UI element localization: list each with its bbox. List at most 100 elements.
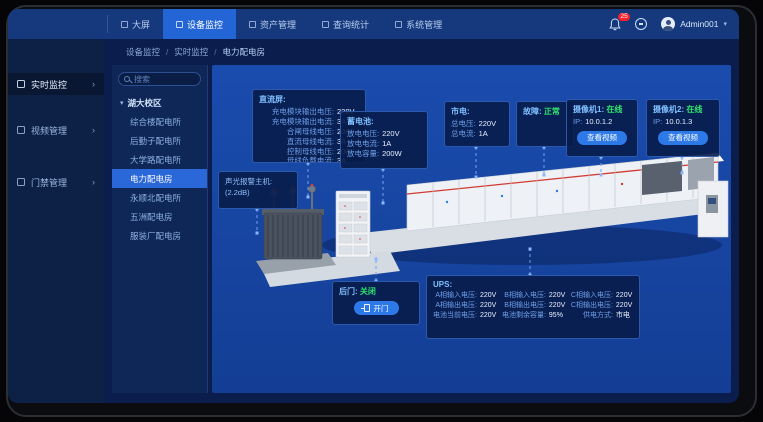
metric-value: 220V bbox=[382, 129, 404, 139]
sidebar-item-realtime-monitor[interactable]: 实时监控 › bbox=[8, 73, 104, 95]
tree-item[interactable]: 大学路配电所 bbox=[112, 150, 207, 169]
door-open-icon bbox=[364, 304, 370, 312]
tab-asset-management[interactable]: 资产管理 bbox=[236, 9, 309, 39]
tab-label: 查询统计 bbox=[333, 18, 369, 31]
card-sound-alarm: 声光报警主机: (2.2dB) bbox=[218, 171, 298, 209]
tab-system-management[interactable]: 系统管理 bbox=[382, 9, 455, 39]
username: Admin001 bbox=[680, 19, 718, 29]
door-label: 后门: bbox=[339, 287, 358, 296]
alarm-value: (2.2dB) bbox=[225, 187, 291, 198]
metric-label: 控制母线电压: bbox=[287, 147, 334, 157]
breadcrumb-item[interactable]: 设备监控 bbox=[126, 46, 160, 58]
breadcrumb-item-current: 电力配电房 bbox=[223, 46, 266, 58]
topbar-right: 25 Admin001 ▾ bbox=[609, 9, 727, 39]
ip-label: IP: bbox=[573, 117, 582, 127]
tab-label: 大屏 bbox=[132, 18, 150, 31]
metric-label: B相输入电压: bbox=[504, 291, 546, 300]
card-camera-1: 摄像机1: 在线 IP:10.0.1.2 查看视频 bbox=[566, 99, 638, 157]
metric-label: C相输出电压: bbox=[571, 301, 613, 310]
sidebar-item-label: 实时监控 bbox=[31, 78, 67, 91]
metric-label: 总电压: bbox=[451, 119, 476, 129]
metric-label: A相输出电压: bbox=[435, 301, 477, 310]
monitor-icon bbox=[17, 80, 25, 88]
card-camera-2: 摄像机2: 在线 IP:10.0.1.3 查看视频 bbox=[646, 99, 720, 157]
user-menu[interactable]: Admin001 ▾ bbox=[661, 17, 727, 31]
metric-label: C相输入电压: bbox=[571, 291, 613, 300]
tree-item[interactable]: 五洲配电房 bbox=[112, 207, 207, 226]
card-title: 蓄电池: bbox=[347, 116, 421, 127]
notification-bell-icon[interactable]: 25 bbox=[609, 18, 621, 31]
card-door: 后门: 关闭 开门 bbox=[332, 281, 420, 325]
sidebar-item-access-control[interactable]: 门禁管理 › bbox=[8, 171, 104, 193]
metric-label: 放电电压: bbox=[347, 129, 379, 139]
door-icon bbox=[17, 178, 25, 186]
metric-value: 220V bbox=[479, 119, 501, 129]
metric-label: 合闸母线电压: bbox=[287, 127, 334, 137]
tree-item-selected[interactable]: 电力配电房 bbox=[112, 169, 207, 188]
tab-label: 系统管理 bbox=[406, 18, 442, 31]
tree-item[interactable]: 服装厂配电房 bbox=[112, 226, 207, 245]
search-icon bbox=[124, 76, 130, 82]
card-mains: 市电: 总电压:220V 总电流:1A bbox=[444, 101, 510, 147]
ip-label: IP: bbox=[653, 117, 662, 127]
camera-label: 摄像机1: bbox=[573, 105, 604, 114]
chevron-down-icon: ▾ bbox=[723, 20, 727, 28]
metric-value: 220V bbox=[480, 301, 498, 310]
app-window: 大屏 设备监控 资产管理 查询统计 系统管理 bbox=[8, 9, 739, 403]
card-title: 摄像机1: 在线 bbox=[573, 104, 631, 115]
breadcrumb-item[interactable]: 实时监控 bbox=[174, 46, 208, 58]
tree-root-node[interactable]: ▾ 湖大校区 bbox=[112, 94, 207, 112]
open-door-label: 开门 bbox=[374, 303, 389, 314]
metric-value: 220V bbox=[549, 301, 567, 310]
top-tabs: 大屏 设备监控 资产管理 查询统计 系统管理 bbox=[108, 9, 455, 39]
status-badge: 正常 bbox=[544, 107, 560, 116]
refresh-icon[interactable] bbox=[635, 18, 647, 30]
tree-item[interactable]: 综合楼配电所 bbox=[112, 112, 207, 131]
metric-label: B相输出电压: bbox=[504, 301, 546, 310]
video-icon bbox=[17, 126, 25, 134]
view-video-button[interactable]: 查看视频 bbox=[577, 131, 627, 145]
sidebar-item-label: 门禁管理 bbox=[31, 176, 67, 189]
top-navbar: 大屏 设备监控 资产管理 查询统计 系统管理 bbox=[8, 9, 739, 39]
metric-value: 1A bbox=[479, 129, 501, 139]
metric-value: 95% bbox=[549, 311, 567, 320]
metric-value: 220V bbox=[549, 291, 567, 300]
primary-sidebar: 实时监控 › 视频管理 › 门禁管理 › bbox=[8, 39, 104, 403]
metric-label: 放电容量: bbox=[347, 149, 379, 159]
chevron-right-icon: › bbox=[92, 125, 95, 135]
status-badge: 关闭 bbox=[360, 287, 376, 296]
metric-label: 放电电流: bbox=[347, 139, 379, 149]
tree-item[interactable]: 永顺北配电所 bbox=[112, 188, 207, 207]
tab-device-monitor[interactable]: 设备监控 bbox=[163, 9, 236, 39]
card-battery: 蓄电池: 放电电压:220V 放电电流:1A 放电容量:200W bbox=[340, 111, 428, 169]
tab-query-statistics[interactable]: 查询统计 bbox=[309, 9, 382, 39]
metric-label: 供电方式: bbox=[583, 311, 613, 320]
camera-label: 摄像机2: bbox=[653, 105, 684, 114]
sidebar-item-video-management[interactable]: 视频管理 › bbox=[8, 119, 104, 141]
search-input[interactable] bbox=[134, 75, 192, 84]
open-door-button[interactable]: 开门 bbox=[354, 301, 399, 315]
card-ups: UPS: A相输入电压:220V B相输入电压:220V C相输入电压:220V… bbox=[426, 275, 640, 339]
card-title: 直流屏: bbox=[259, 94, 359, 105]
metric-label: 直流母线电流: bbox=[287, 137, 334, 147]
fault-label: 故障: bbox=[523, 107, 542, 116]
breadcrumb-separator: / bbox=[214, 48, 216, 57]
tree-search bbox=[118, 72, 201, 86]
chevron-right-icon: › bbox=[92, 79, 95, 89]
metric-value: 200W bbox=[382, 149, 404, 159]
screenshot-stage: 大屏 设备监控 资产管理 查询统计 系统管理 bbox=[0, 0, 763, 422]
metric-value: 220V bbox=[480, 291, 498, 300]
metric-label: 电池剩余容量: bbox=[502, 311, 546, 320]
status-badge: 在线 bbox=[686, 105, 702, 114]
tab-dashboard[interactable]: 大屏 bbox=[108, 9, 163, 39]
tree-item[interactable]: 后勤子配电所 bbox=[112, 131, 207, 150]
notification-badge: 25 bbox=[618, 13, 630, 21]
metric-label: 电池当前电压: bbox=[433, 311, 477, 320]
monitor-icon bbox=[176, 21, 183, 28]
view-video-button[interactable]: 查看视频 bbox=[658, 131, 708, 145]
ups-metrics: A相输入电压:220V B相输入电压:220V C相输入电压:220V A相输出… bbox=[433, 291, 633, 321]
tab-label: 资产管理 bbox=[260, 18, 296, 31]
sidebar-item-label: 视频管理 bbox=[31, 124, 67, 137]
tree-collapse-icon: ▾ bbox=[120, 99, 124, 107]
metric-value: 市电 bbox=[616, 311, 634, 320]
